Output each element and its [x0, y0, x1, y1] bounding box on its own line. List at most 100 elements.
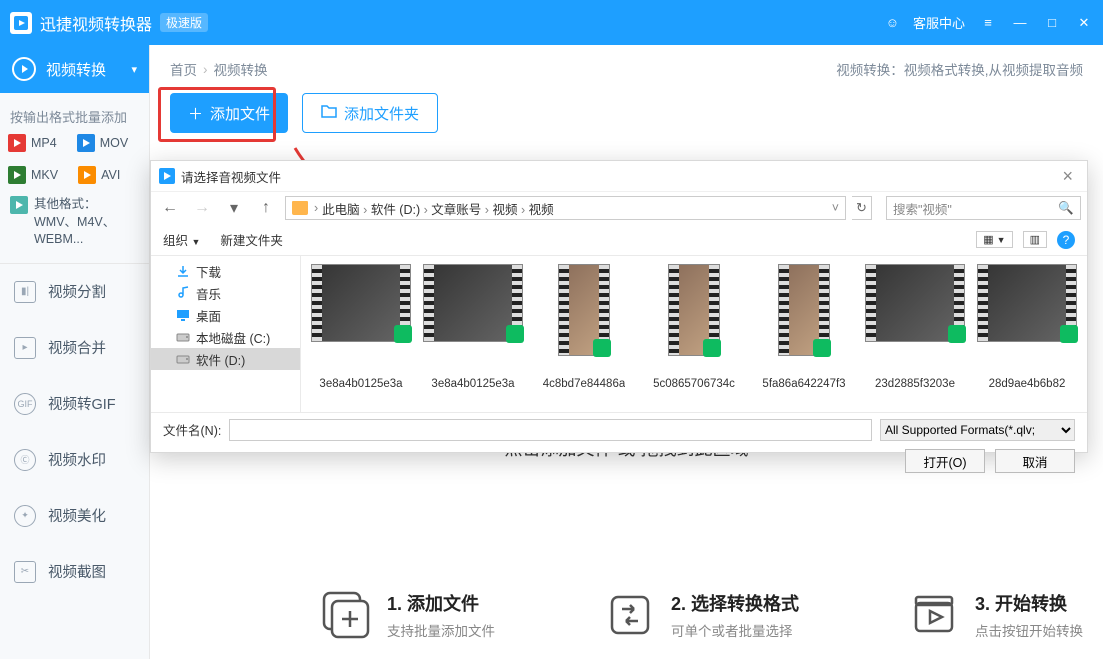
tree-disk[interactable]: 本地磁盘 (C:)	[151, 326, 300, 348]
nav-icon-3: Ⓒ	[14, 449, 36, 471]
iqiyi-badge-icon	[593, 339, 611, 357]
file-list: 3e8a4b0125e3a3e8a4b0125e3a4c8bd7e84486a5…	[301, 256, 1087, 412]
dialog-close-icon[interactable]: ×	[1056, 166, 1079, 187]
filename-input[interactable]	[229, 419, 872, 441]
nav-up-icon[interactable]: ↑	[253, 196, 279, 220]
disk-icon	[175, 352, 190, 366]
desktop-icon	[175, 308, 190, 322]
file-item[interactable]: 5c0865706734c	[645, 264, 743, 404]
refresh-icon[interactable]: ↻	[852, 196, 872, 220]
maximize-icon[interactable]: □	[1043, 14, 1061, 32]
sidebar: 视频转换 ▾ 按输出格式批量添加 MP4 MOV MKV AVI 其他格式：WMV、M…	[0, 45, 150, 659]
breadcrumb-home[interactable]: 首页	[170, 59, 197, 79]
search-placeholder: 搜索"视频"	[893, 199, 952, 218]
sidebar-item-2[interactable]: GIF视频转GIF	[0, 376, 149, 432]
iqiyi-badge-icon	[1060, 325, 1078, 343]
tree-download[interactable]: 下载	[151, 260, 300, 282]
app-logo-icon	[10, 12, 32, 34]
music-icon	[175, 286, 190, 300]
step-2-icon	[604, 589, 656, 641]
minimize-icon[interactable]: —	[1011, 14, 1029, 32]
nav-back-icon[interactable]: ←	[157, 196, 183, 220]
new-folder-button[interactable]: 新建文件夹	[220, 230, 283, 249]
mp4-icon	[8, 134, 26, 152]
thumbnail	[778, 264, 830, 356]
path-dropdown-icon[interactable]: ˅	[832, 201, 839, 215]
folder-tree: 下载音乐桌面本地磁盘 (C:)软件 (D:)	[151, 256, 301, 412]
file-item[interactable]: 5fa86a642247f3	[755, 264, 853, 404]
file-item[interactable]: 3e8a4b0125e3a	[311, 264, 411, 404]
sidebar-item-3[interactable]: Ⓒ视频水印	[0, 432, 149, 488]
file-item[interactable]: 3e8a4b0125e3a	[423, 264, 523, 404]
path-folder-icon	[292, 201, 308, 215]
sidebar-item-5[interactable]: ✂视频截图	[0, 544, 149, 600]
step-3-icon	[908, 589, 960, 641]
add-file-label: 添加文件	[210, 103, 270, 124]
cancel-button[interactable]: 取消	[995, 449, 1075, 473]
organize-button[interactable]: 组织 ▼	[163, 230, 200, 249]
sidebar-active-label: 视频转换	[46, 59, 106, 80]
view-mode-button[interactable]: ▦ ▼	[976, 231, 1012, 248]
dialog-toolbar2: 组织 ▼ 新建文件夹 ▦ ▼ ▥ ?	[151, 224, 1087, 256]
edition-badge: 极速版	[160, 13, 208, 32]
dialog-footer: 文件名(N): All Supported Formats(*.qlv;	[151, 412, 1087, 446]
plus-icon: ＋	[188, 103, 203, 124]
batch-add-label: 按输出格式批量添加	[0, 93, 149, 134]
play-badge-icon	[394, 325, 412, 343]
thumbnail	[423, 264, 523, 342]
nav-icon-2: GIF	[14, 393, 36, 415]
file-item[interactable]: 4c8bd7e84486a	[535, 264, 633, 404]
tree-disk[interactable]: 软件 (D:)	[151, 348, 300, 370]
dialog-search-input[interactable]: 搜索"视频" 🔍	[886, 196, 1081, 220]
step-1: 1. 添加文件支持批量添加文件	[320, 589, 495, 641]
add-file-button[interactable]: ＋ 添加文件	[170, 93, 288, 133]
tree-music[interactable]: 音乐	[151, 282, 300, 304]
step-1-icon	[320, 589, 372, 641]
thumbnail	[311, 264, 411, 342]
breadcrumb-current: 视频转换	[214, 59, 268, 79]
search-icon: 🔍	[1058, 201, 1074, 216]
sidebar-item-4[interactable]: ✦视频美化	[0, 488, 149, 544]
breadcrumb: 首页 › 视频转换 视频转换：视频格式转换,从视频提取音频	[150, 45, 1103, 93]
format-mov[interactable]: MOV	[77, 134, 128, 152]
nav-icon-0: ▮|	[14, 281, 36, 303]
filename-label: 文件名(N):	[163, 420, 221, 439]
format-mp4[interactable]: MP4	[8, 134, 57, 152]
step-3: 3. 开始转换点击按钮开始转换	[908, 589, 1083, 641]
iqiyi-badge-icon	[813, 339, 831, 357]
menu-icon[interactable]: ≡	[979, 14, 997, 32]
thumbnail	[668, 264, 720, 356]
close-icon[interactable]: ✕	[1075, 14, 1093, 32]
convert-icon	[12, 57, 36, 81]
format-mkv[interactable]: MKV	[8, 166, 58, 184]
sidebar-item-0[interactable]: ▮|视频分割	[0, 264, 149, 320]
nav-icon-4: ✦	[14, 505, 36, 527]
nav-forward-icon: →	[189, 196, 215, 220]
sidebar-item-1[interactable]: ▸视频合并	[0, 320, 149, 376]
file-item[interactable]: 23d2885f3203e	[865, 264, 965, 404]
preview-pane-button[interactable]: ▥	[1023, 231, 1047, 248]
download-icon	[175, 264, 190, 278]
tree-desktop[interactable]: 桌面	[151, 304, 300, 326]
iqiyi-badge-icon	[948, 325, 966, 343]
format-avi[interactable]: AVI	[78, 166, 120, 184]
add-folder-button[interactable]: 添加文件夹	[302, 93, 438, 133]
mkv-icon	[8, 166, 26, 184]
dialog-nav-toolbar: ← → ▾ ↑ › 此电脑 › 软件 (D:) › 文章账号 › 视频 › 视频…	[151, 191, 1087, 224]
service-icon[interactable]: ☺	[886, 15, 899, 30]
other-formats[interactable]: 其他格式：WMV、M4V、WEBM...	[0, 192, 149, 263]
sidebar-active-video-convert[interactable]: 视频转换 ▾	[0, 45, 149, 93]
nav-recent-icon[interactable]: ▾	[221, 196, 247, 220]
customer-service-link[interactable]: 客服中心	[913, 13, 965, 32]
file-item[interactable]: 28d9ae4b6b82	[977, 264, 1077, 404]
path-breadcrumb[interactable]: › 此电脑 › 软件 (D:) › 文章账号 › 视频 › 视频 ˅	[285, 196, 846, 220]
thumbnail	[558, 264, 610, 356]
open-button[interactable]: 打开(O)	[905, 449, 985, 473]
step-2: 2. 选择转换格式可单个或者批量选择	[604, 589, 799, 641]
dialog-app-icon	[159, 168, 175, 184]
title-bar: 迅捷视频转换器 极速版 ☺ 客服中心 ≡ — □ ✕	[0, 0, 1103, 45]
other-formats-label: 其他格式：WMV、M4V、WEBM...	[34, 196, 139, 249]
chevron-down-icon: ▾	[131, 63, 137, 76]
file-filter-select[interactable]: All Supported Formats(*.qlv;	[880, 419, 1075, 441]
help-icon[interactable]: ?	[1057, 231, 1075, 249]
